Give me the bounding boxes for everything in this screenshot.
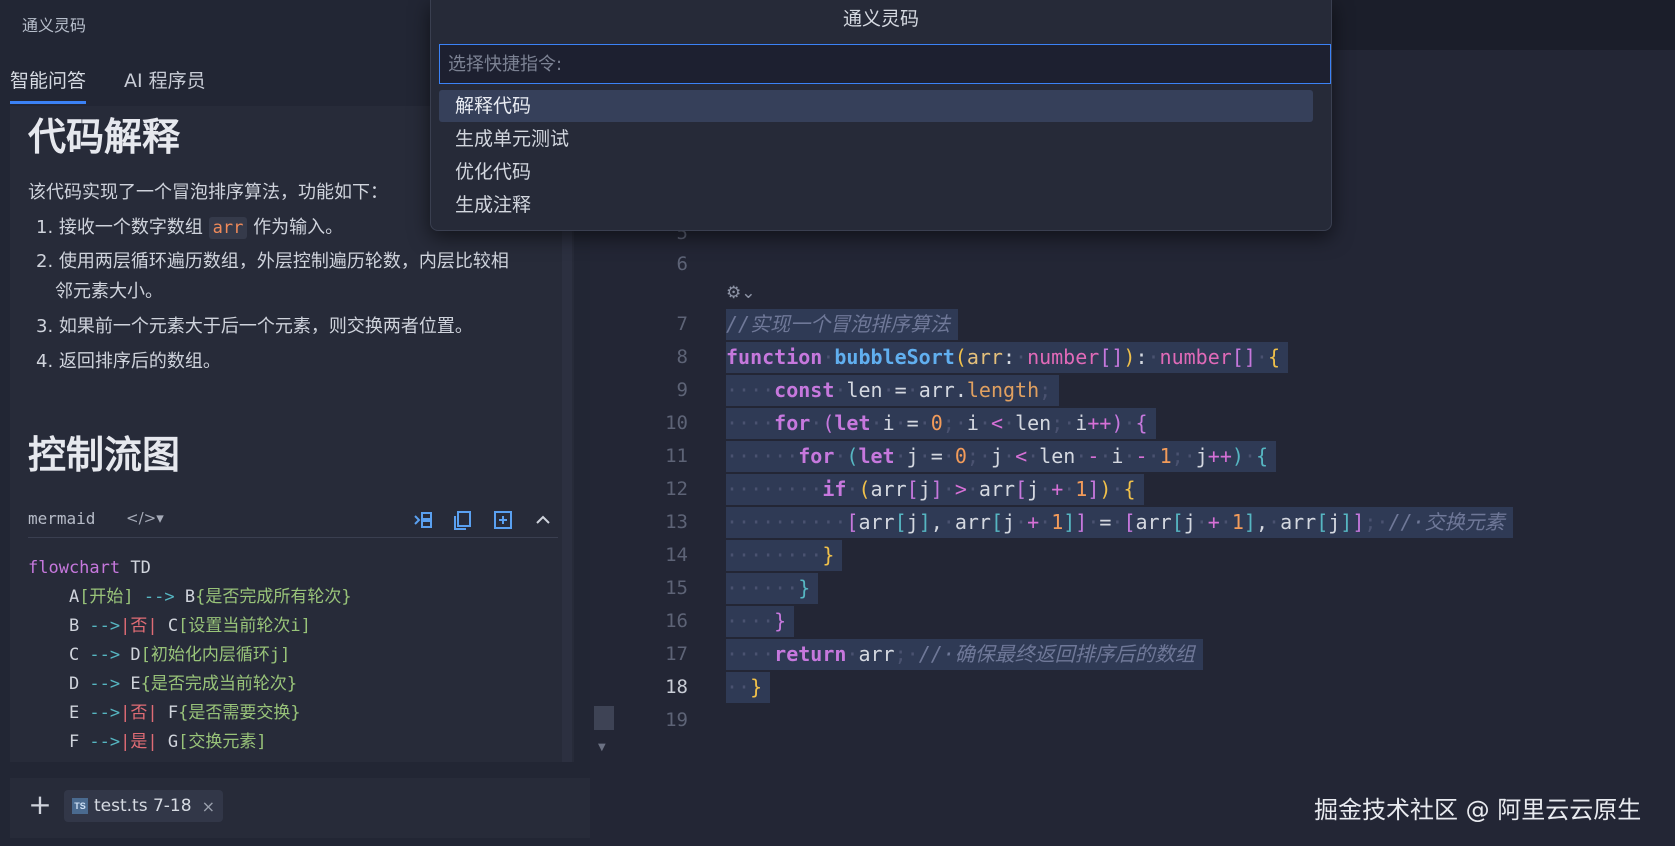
code-line: A[开始] --> B{是否完成所有轮次} (28, 587, 352, 607)
close-icon[interactable]: × (202, 797, 215, 816)
code-line: E -->|否| F{是否需要交换} (28, 703, 301, 723)
line-number: 16 (665, 610, 688, 632)
code-line[interactable]: ······} (726, 573, 819, 604)
code-line[interactable]: ········} (726, 540, 843, 571)
command-item-comment[interactable]: 生成注释 (439, 189, 1313, 221)
code-line: C --> D[初始化内层循环j] (28, 645, 291, 665)
ai-code-lens-icon[interactable]: ⚙⌄ (726, 283, 755, 303)
context-bar: + TS test.ts 7-18 × (10, 778, 596, 838)
code-line[interactable]: ······for·(let·j·=·0;·j·<·len·-·i·-·1;·j… (726, 441, 1277, 472)
add-context-button[interactable]: + (26, 791, 54, 820)
line-number: 11 (665, 445, 688, 467)
tab-ai-programmer[interactable]: AI 程序员 (124, 66, 206, 101)
list-item: 2. 使用两层循环遍历数组，外层控制遍历轮数，内层比较相 (36, 251, 509, 272)
quick-command-palette: 通义灵码 解释代码 生成单元测试 优化代码 生成注释 (430, 0, 1332, 231)
collapse-icon[interactable] (532, 509, 554, 531)
explain-heading: 代码解释 (28, 115, 181, 159)
code-line[interactable]: ····return·arr;·//·确保最终返回排序后的数组 (726, 639, 1203, 670)
typescript-file-icon: TS (72, 798, 88, 814)
list-item: 4. 返回排序后的数组。 (36, 351, 221, 372)
mermaid-code: flowchart TD A[开始] --> B{是否完成所有轮次} B -->… (28, 554, 352, 757)
command-item-optimize[interactable]: 优化代码 (439, 156, 1313, 188)
code-block-toolbar: mermaid </>▾ (28, 501, 558, 538)
line-number: 15 (665, 577, 688, 599)
code-line: F -->|是| G[交换元素] (28, 732, 267, 752)
panel-title: 通义灵码 (22, 16, 87, 35)
line-number: 6 (676, 253, 688, 275)
tab-smart-qa[interactable]: 智能问答 (10, 66, 87, 104)
list-item-continuation: 邻元素大小。 (55, 281, 163, 302)
palette-title: 通义灵码 (842, 8, 919, 30)
code-line[interactable]: ········if·(arr[j]·>·arr[j·+·1])·{ (726, 474, 1144, 505)
code-line: D --> E{是否完成当前轮次} (28, 674, 298, 694)
line-number-active: 18 (665, 676, 688, 698)
code-line[interactable]: ····for·(let·i·=·0;·i·<·len;·i++)·{ (726, 408, 1156, 439)
line-number: 14 (665, 544, 688, 566)
command-item-explain-code[interactable]: 解释代码 (439, 90, 1313, 122)
flow-heading: 控制流图 (28, 433, 181, 477)
line-number: 12 (665, 478, 688, 500)
file-context-chip[interactable]: TS test.ts 7-18 × (64, 790, 223, 822)
command-search-input[interactable] (439, 44, 1331, 84)
copy-icon[interactable] (452, 509, 474, 531)
line-number: 7 (676, 313, 688, 335)
insert-icon[interactable] (412, 509, 434, 531)
new-file-icon[interactable] (492, 509, 514, 531)
code-line: flowchart TD (28, 558, 151, 578)
editor-scrollbar-thumb[interactable] (594, 706, 614, 730)
code-line[interactable]: ··} (726, 672, 771, 703)
code-language-label: mermaid (28, 509, 96, 528)
line-number: 9 (676, 379, 688, 401)
code-view-switch[interactable]: </>▾ (126, 509, 164, 527)
list-item-text: 1. 接收一个数字数组 (36, 217, 209, 238)
code-line: B -->|否| C[设置当前轮次i] (28, 616, 311, 636)
code-line[interactable]: function·bubbleSort(arr:·number[]):·numb… (726, 342, 1288, 373)
line-number: 8 (676, 346, 688, 368)
list-item-text: 作为输入。 (247, 217, 344, 238)
line-number: 13 (665, 511, 688, 533)
code-line[interactable]: //实现一个冒泡排序算法 (726, 309, 959, 340)
line-number: 17 (665, 643, 688, 665)
line-number: 10 (665, 412, 688, 434)
code-line[interactable]: ····const·len·=·arr.length; (726, 375, 1060, 406)
list-item: 3. 如果前一个元素大于后一个元素，则交换两者位置。 (36, 316, 473, 337)
command-item-unit-test[interactable]: 生成单元测试 (439, 123, 1313, 155)
scroll-down-icon[interactable]: ▼ (598, 742, 606, 753)
file-chip-label: test.ts 7-18 (94, 796, 192, 816)
line-number: 19 (665, 709, 688, 731)
code-line[interactable]: ····} (726, 606, 795, 637)
watermark: 掘金技术社区 @ 阿里云云原生 (1314, 796, 1642, 824)
inline-code: arr (208, 217, 248, 239)
code-line[interactable]: ··········[arr[j],·arr[j·+·1]]·=·[arr[j·… (726, 507, 1513, 538)
summary-text: 该代码实现了一个冒泡排序算法，功能如下： (28, 182, 388, 203)
